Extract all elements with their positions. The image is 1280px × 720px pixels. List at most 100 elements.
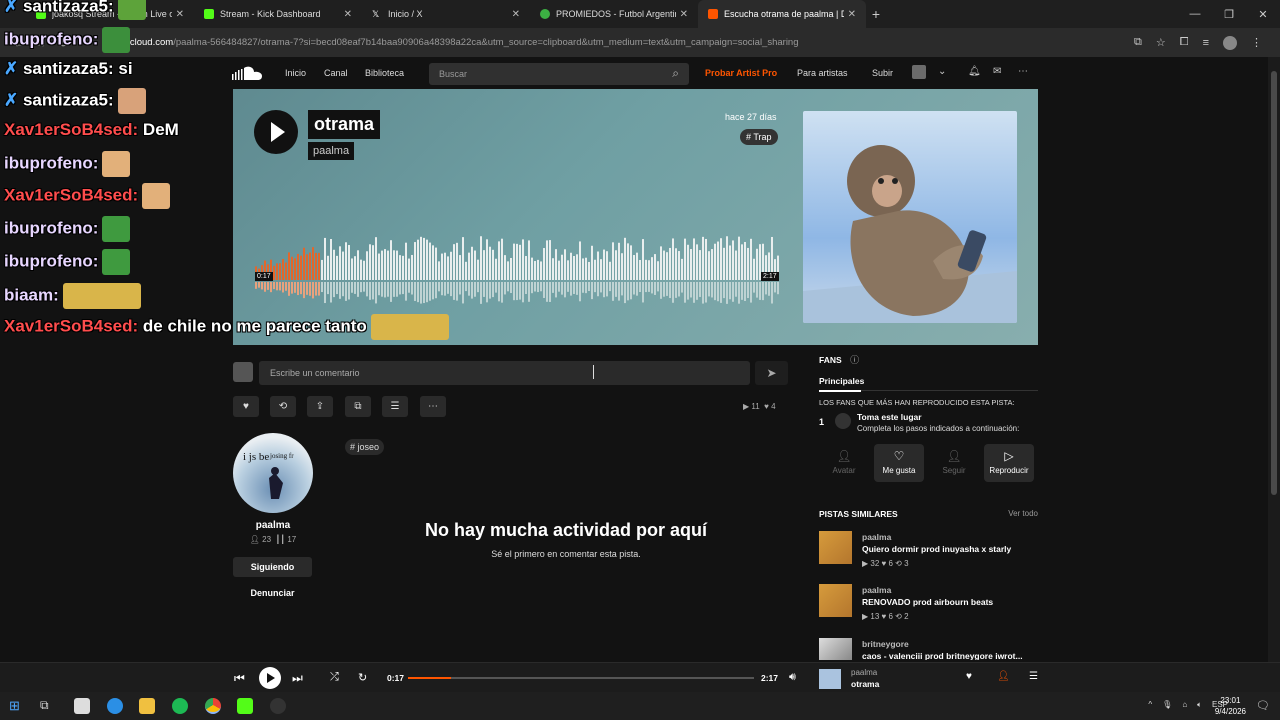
chevron-down-icon[interactable]: ⌄ — [938, 66, 946, 77]
add-to-playlist-button[interactable]: ☰ — [382, 396, 408, 417]
player-like-icon[interactable]: ♥ — [966, 671, 972, 682]
tray-chevron-icon[interactable]: ^ — [1148, 700, 1152, 710]
close-icon[interactable]: ✕ — [848, 9, 856, 20]
extensions-icon[interactable]: ⧠ — [1180, 36, 1189, 49]
bookmark-star-icon[interactable]: ☆ — [1156, 36, 1166, 49]
waveform[interactable] — [255, 234, 779, 306]
microphone-icon[interactable]: 🎙︎ — [1162, 700, 1172, 710]
repost-button[interactable]: ⟲ — [270, 396, 296, 417]
close-icon[interactable]: ✕ — [176, 9, 184, 20]
notification-icon[interactable]: 🗨︎ — [1256, 699, 1270, 712]
close-window-icon[interactable]: ✕ — [1246, 8, 1280, 21]
step-follow-button[interactable]: 👤︎ Seguir — [929, 444, 979, 482]
search-icon[interactable]: ⌕ — [672, 66, 679, 81]
tag-joseo[interactable]: # joseo — [345, 439, 385, 455]
track-artist-link[interactable]: paalma — [308, 142, 355, 160]
chat-emote-image — [62, 283, 141, 309]
edge-icon[interactable] — [107, 698, 123, 714]
for-artists-link[interactable]: Para artistas — [797, 68, 848, 78]
player-artwork[interactable] — [819, 669, 841, 689]
page-scrollbar[interactable] — [1268, 57, 1280, 662]
waveform-reflection — [519, 282, 521, 300]
tab-x[interactable]: 𝕏 Inicio / X ✕ — [362, 0, 530, 28]
artist-name[interactable]: paalma — [233, 520, 313, 531]
install-icon[interactable]: ⧉ — [1134, 36, 1142, 49]
clock[interactable]: 23:01 9/4/2026 — [1215, 695, 1246, 717]
notifications-bell-icon[interactable]: 🔔︎ — [968, 66, 981, 77]
genre-tag[interactable]: # Trap — [740, 129, 778, 145]
similar-artist[interactable]: paalma — [862, 585, 891, 595]
tab-promiedos[interactable]: PROMIEDOS - Futbol Argentino ✕ — [530, 0, 698, 28]
step-like-button[interactable]: ♡ Me gusta — [874, 444, 924, 482]
like-button[interactable]: ♥ — [233, 396, 259, 417]
menu-icon[interactable]: ⋮ — [1251, 36, 1262, 49]
comment-input[interactable]: Escribe un comentario — [259, 361, 750, 385]
player-follow-icon[interactable]: 👤︎ — [997, 671, 1010, 682]
shuffle-icon[interactable]: ⤮ — [330, 671, 339, 684]
close-icon[interactable]: ✕ — [512, 9, 520, 20]
file-explorer-icon[interactable] — [139, 698, 155, 714]
copy-link-button[interactable]: ⧉ — [345, 396, 371, 417]
chat-username: ibuprofeno: — [4, 251, 99, 271]
nav-canal[interactable]: Canal — [324, 68, 348, 78]
queue-icon[interactable]: ☰ — [1029, 671, 1038, 682]
user-avatar[interactable] — [912, 65, 926, 79]
player-artist[interactable]: paalma — [851, 668, 877, 677]
send-comment-button[interactable]: ➤ — [755, 361, 788, 385]
previous-icon[interactable]: ⏮ — [234, 671, 245, 686]
next-icon[interactable]: ⏭ — [292, 671, 303, 686]
tab-kick-dashboard[interactable]: Stream - Kick Dashboard ✕ — [194, 0, 362, 28]
play-button[interactable] — [254, 110, 298, 154]
task-view-icon[interactable]: ⧉ — [40, 698, 56, 714]
try-artist-pro-link[interactable]: Probar Artist Pro — [705, 68, 777, 78]
chrome-icon[interactable] — [205, 698, 221, 714]
search-input[interactable]: Buscar ⌕ — [429, 63, 689, 85]
close-icon[interactable]: ✕ — [344, 9, 352, 20]
new-tab-button[interactable]: + — [866, 6, 886, 22]
view-all-link[interactable]: Ver todo — [1008, 509, 1038, 518]
url-field[interactable]: soundcloud.com/paalma-566484827/otrama-7… — [104, 37, 799, 48]
spotify-icon[interactable] — [172, 698, 188, 714]
upload-link[interactable]: Subir — [872, 68, 893, 78]
repeat-icon[interactable]: ↻ — [358, 671, 367, 684]
speaker-icon[interactable]: 🔈︎ — [1197, 700, 1202, 710]
volume-icon[interactable]: 🔊︎ — [789, 671, 796, 684]
similar-title[interactable]: Quiero dormir prod inuyasha x starly — [862, 544, 1011, 554]
player-title[interactable]: otrama — [851, 679, 879, 689]
info-icon[interactable]: ⓘ — [850, 355, 859, 365]
tab-principales[interactable]: Principales — [819, 376, 864, 386]
similar-artist[interactable]: britneygore — [862, 639, 909, 649]
share-button[interactable]: ⇪ — [307, 396, 333, 417]
media-icon[interactable]: ≡ — [1203, 37, 1209, 49]
nav-biblioteca[interactable]: Biblioteca — [365, 68, 404, 78]
scrollbar-thumb[interactable] — [1271, 71, 1277, 495]
more-options-icon[interactable]: ⋯ — [1018, 66, 1028, 77]
more-actions-button[interactable]: ⋯ — [420, 396, 446, 417]
profile-avatar[interactable] — [1223, 35, 1237, 50]
tab-soundcloud[interactable]: Escucha otrama de paalma | De ✕ — [698, 0, 866, 28]
similar-track-item[interactable]: paalma RENOVADO prod airbourn beats ▶ 13… — [819, 584, 1038, 624]
similar-artist[interactable]: paalma — [862, 532, 891, 542]
step-avatar-button[interactable]: 👤︎ Avatar — [819, 444, 869, 482]
messages-mail-icon[interactable]: ✉ — [993, 66, 1001, 77]
similar-title[interactable]: RENOVADO prod airbourn beats — [862, 597, 993, 607]
similar-track-item[interactable]: paalma Quiero dormir prod inuyasha x sta… — [819, 531, 1038, 571]
progress-bar[interactable] — [408, 677, 754, 679]
maximize-icon[interactable]: ❐ — [1212, 8, 1246, 21]
step-play-button[interactable]: ▷ Reproducir — [984, 444, 1034, 482]
minimize-icon[interactable]: — — [1178, 8, 1212, 20]
similar-track-item[interactable]: britneygore caos - valenciii prod britne… — [819, 638, 1038, 660]
obs-icon[interactable] — [270, 698, 286, 714]
store-icon[interactable] — [74, 698, 90, 714]
player-play-button[interactable] — [259, 667, 281, 689]
windows-start-icon[interactable]: ⊞ — [9, 698, 25, 714]
artist-profile-image[interactable]: i js be josing fr — [233, 433, 313, 513]
kick-app-icon[interactable] — [237, 698, 253, 714]
report-link[interactable]: Denunciar — [233, 588, 312, 598]
following-button[interactable]: Siguiendo — [233, 557, 312, 577]
similar-title[interactable]: caos - valenciii prod britneygore iwrot.… — [862, 651, 1023, 660]
network-icon[interactable]: ⌂ — [1182, 700, 1187, 710]
close-icon[interactable]: ✕ — [680, 9, 688, 20]
nav-inicio[interactable]: Inicio — [285, 68, 306, 78]
soundcloud-logo-icon[interactable] — [232, 65, 264, 81]
